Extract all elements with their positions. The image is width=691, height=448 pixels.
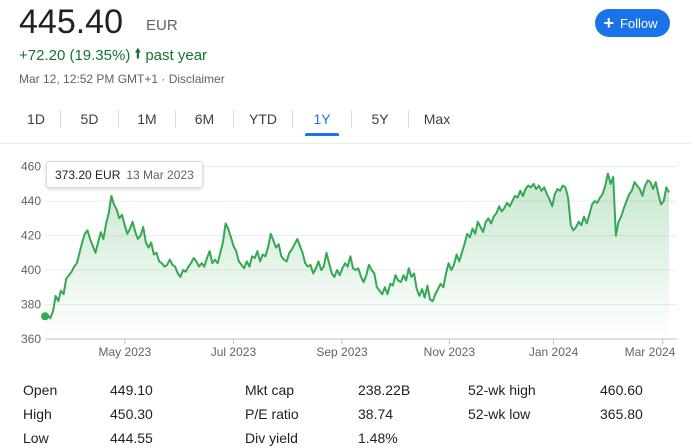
plus-icon: + [603, 13, 614, 33]
tab-divider [292, 110, 293, 128]
y-tick-label: 440 [21, 194, 41, 208]
tab-max[interactable]: Max [409, 104, 465, 134]
time-range-tabs: 1D 5D 1M 6M YTD 1Y 5Y Max [12, 104, 465, 136]
stat-value-52wk-high: 460.60 [600, 382, 643, 398]
stat-label-pe-ratio: P/E ratio [245, 406, 299, 422]
change-period: past year [145, 46, 208, 64]
y-tick-label: 400 [21, 263, 41, 277]
x-tick-label: Mar 2024 [625, 345, 676, 359]
price-change: +72.20 (19.35%) 🠙 past year [19, 43, 207, 67]
stat-label-high: High [23, 406, 52, 422]
y-tick-label: 460 [21, 160, 41, 174]
stat-label-mkt-cap: Mkt cap [245, 382, 295, 398]
tooltip-date: 13 Mar 2023 [126, 167, 194, 182]
tab-label: 5D [80, 111, 99, 127]
tooltip-price: 373.20 EUR [55, 167, 121, 182]
tab-5y[interactable]: 5Y [352, 104, 408, 134]
tab-label: 1M [137, 111, 157, 127]
x-tick-label: Jan 2024 [529, 345, 579, 359]
tab-label: 1Y [313, 111, 331, 127]
tab-label: 5Y [371, 111, 389, 127]
price-area-fill [45, 173, 669, 339]
header-divider [0, 143, 691, 144]
stat-value-mkt-cap: 238.22B [358, 382, 411, 398]
tab-label: YTD [249, 111, 277, 127]
tab-label: 6M [194, 111, 215, 127]
y-tick-label: 420 [21, 229, 41, 243]
x-tick-label: Nov 2023 [424, 345, 476, 359]
tab-6m[interactable]: 6M [176, 104, 233, 134]
tab-label: 1D [27, 111, 45, 127]
x-tick-label: Jul 2023 [211, 345, 257, 359]
stat-value-high: 450.30 [110, 406, 153, 422]
tab-1y[interactable]: 1Y [305, 104, 339, 136]
stat-value-div-yield: 1.48% [358, 430, 398, 446]
start-point-marker [41, 312, 49, 321]
tab-label: Max [423, 111, 451, 127]
follow-button[interactable]: + Follow [595, 9, 670, 37]
stat-label-52wk-high: 52-wk high [468, 382, 536, 398]
stat-value-pe-ratio: 38.74 [358, 406, 394, 422]
stat-value-52wk-low: 365.80 [600, 406, 643, 422]
tab-1d[interactable]: 1D [12, 104, 60, 134]
tab-ytd[interactable]: YTD [234, 104, 292, 134]
currency-label: EUR [146, 17, 178, 34]
stat-value-open: 449.10 [110, 382, 153, 398]
tab-1m[interactable]: 1M [119, 104, 175, 134]
stat-label-52wk-low: 52-wk low [468, 406, 531, 422]
y-tick-label: 360 [21, 332, 41, 346]
stat-label-open: Open [23, 382, 58, 398]
x-tick-label: Sep 2023 [316, 345, 368, 359]
stat-label-div-yield: Div yield [245, 430, 298, 446]
timestamp-disclaimer[interactable]: Mar 12, 12:52 PM GMT+1 · Disclaimer [19, 72, 225, 86]
current-price: 445.40 [19, 3, 123, 41]
change-value: +72.20 (19.35%) [19, 46, 131, 64]
stat-value-low: 444.55 [110, 430, 153, 446]
arrow-up-icon: 🠙 [134, 45, 142, 61]
chart-tooltip: 373.20 EUR 13 Mar 2023 [46, 161, 203, 188]
tab-5d[interactable]: 5D [61, 104, 118, 134]
x-tick-label: May 2023 [99, 345, 152, 359]
stat-label-low: Low [23, 430, 49, 446]
follow-label: Follow [619, 15, 658, 31]
y-tick-label: 380 [21, 298, 41, 312]
